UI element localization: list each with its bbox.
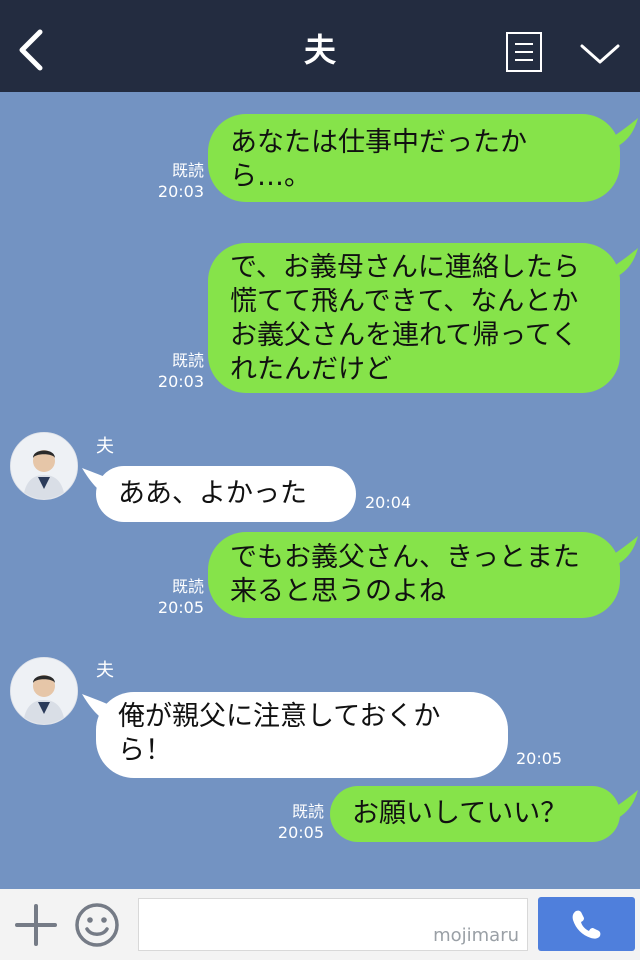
smile-icon[interactable] — [74, 902, 120, 948]
message-text: でもお義父さん、きっとまた来ると思うのよね — [230, 542, 580, 607]
sender-name: 夫 — [96, 436, 114, 457]
person-icon — [11, 658, 77, 724]
message-bubble[interactable]: 俺が親父に注意しておくから！ — [96, 692, 508, 778]
read-receipt: 既読 — [171, 351, 204, 370]
message-time: 20:03 — [157, 182, 204, 201]
read-receipt: 既読 — [171, 161, 204, 180]
message-meta: 既読 20:05 — [270, 801, 324, 843]
message-meta: 既読 20:03 — [150, 160, 204, 202]
message-time: 20:05 — [277, 823, 324, 842]
plus-icon[interactable] — [14, 903, 58, 947]
message-time: 20:04 — [365, 493, 412, 512]
chat-header: 夫 — [0, 0, 640, 92]
message-bubble[interactable]: あなたは仕事中だったから…。 — [208, 114, 620, 202]
chat-footer: mojimaru — [0, 889, 640, 960]
phone-icon — [572, 910, 601, 939]
chat-title: 夫 — [303, 31, 336, 69]
message-text: ああ、よかった — [118, 478, 307, 509]
message-text: あなたは仕事中だったから…。 — [230, 127, 527, 192]
read-receipt: 既読 — [171, 577, 204, 596]
message-text: お願いしていい？ — [352, 798, 568, 829]
avatar[interactable] — [10, 432, 78, 500]
person-icon — [11, 433, 77, 499]
message-bubble[interactable]: でもお義父さん、きっとまた来ると思うのよね — [208, 532, 620, 618]
avatar[interactable] — [10, 657, 78, 725]
message-text: で、お義母さんに連絡したら慌てて飛んできて、なんとかお義父さんを連れて帰ってくれ… — [230, 252, 580, 385]
message-time: 20:05 — [157, 598, 204, 617]
message-bubble[interactable]: ああ、よかった — [96, 466, 356, 522]
chevron-down-icon[interactable] — [578, 40, 622, 68]
message-bubble[interactable]: お願いしていい？ — [330, 786, 620, 842]
message-meta: 既読 20:03 — [150, 350, 204, 392]
message-bubble[interactable]: で、お義母さんに連絡したら慌てて飛んできて、なんとかお義父さんを連れて帰ってくれ… — [208, 243, 620, 393]
watermark-text: mojimaru — [433, 925, 519, 946]
sender-name: 夫 — [96, 660, 114, 681]
message-time: 20:05 — [516, 749, 563, 768]
message-time: 20:03 — [157, 372, 204, 391]
message-meta: 既読 20:05 — [150, 576, 204, 618]
call-button[interactable] — [538, 897, 635, 951]
message-input[interactable]: mojimaru — [138, 898, 528, 951]
read-receipt: 既読 — [291, 802, 324, 821]
message-text: 俺が親父に注意しておくから！ — [118, 701, 441, 766]
notes-icon[interactable] — [506, 32, 542, 72]
